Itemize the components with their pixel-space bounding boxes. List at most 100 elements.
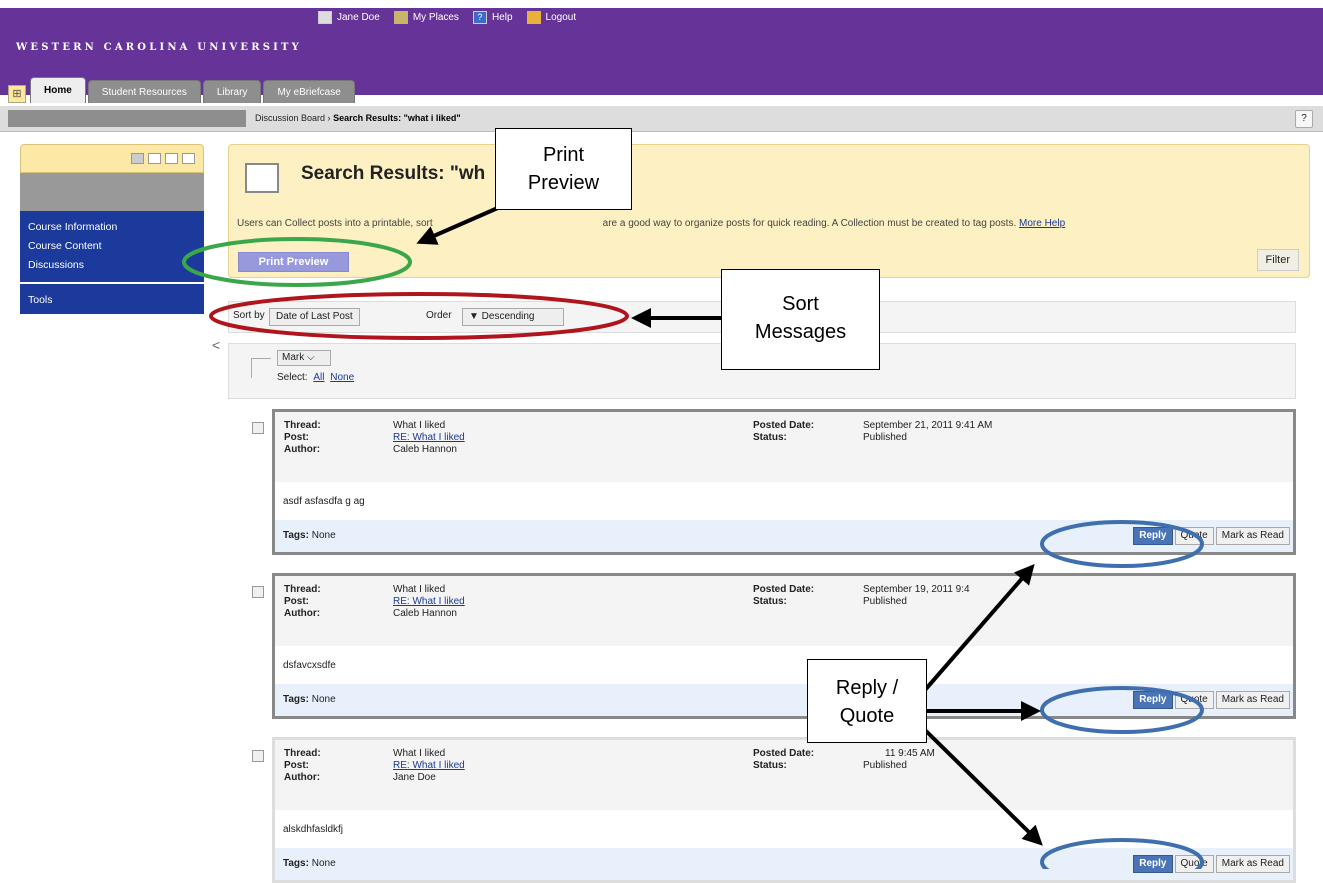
post-checkbox[interactable]	[252, 586, 264, 598]
post-actions: Reply Quote Mark as Read	[1133, 691, 1290, 709]
mark-as-read-button[interactable]: Mark as Read	[1215, 527, 1290, 545]
filter-button[interactable]: Filter	[1256, 249, 1299, 271]
tags-value: None	[311, 858, 336, 869]
thread-value: What I liked	[393, 748, 446, 759]
tags-label: Tags:	[283, 530, 309, 541]
reply-button[interactable]: Reply	[1133, 527, 1173, 545]
author-value: Jane Doe	[393, 772, 436, 783]
status-value: Published	[863, 432, 907, 443]
callout-text: Quote	[839, 705, 895, 727]
sidebar-item-tools[interactable]: Tools	[20, 284, 204, 314]
posted-date-label: Posted Date:	[753, 420, 815, 431]
mark-as-read-button[interactable]: Mark as Read	[1215, 855, 1290, 873]
post-meta: Thread: What I liked Post: RE: What I li…	[275, 576, 1293, 646]
post-link[interactable]: RE: What I liked	[393, 760, 465, 771]
post-body: dsfavcxsdfe	[283, 660, 336, 671]
order-select[interactable]: ▼ Descending	[462, 308, 564, 326]
tab-my-ebriefcase[interactable]: My eBriefcase	[263, 80, 355, 103]
callout-text: Messages	[754, 321, 847, 343]
breadcrumb-separator: ›	[327, 113, 331, 123]
tab-library[interactable]: Library	[202, 80, 262, 103]
callout-text: Reply /	[835, 677, 899, 699]
list-view-icon[interactable]	[131, 153, 144, 164]
author-value: Caleb Hannon	[393, 608, 457, 619]
description-text-1: Users can Collect posts into a printable…	[237, 218, 433, 229]
logout-label: Logout	[545, 11, 577, 23]
university-logo: WESTERN CAROLINA UNIVERSITY	[16, 42, 303, 53]
mark-as-read-button[interactable]: Mark as Read	[1215, 691, 1290, 709]
help-label: Help	[491, 11, 513, 23]
course-menu-header	[20, 144, 204, 173]
posted-date-value: September 21, 2011 9:41 AM	[863, 420, 993, 431]
select-links: Select: All None	[277, 372, 354, 383]
status-label: Status:	[753, 760, 787, 771]
tags-label: Tags:	[283, 858, 309, 869]
course-menu: Course Information Course Content Discus…	[20, 144, 204, 330]
logout-link[interactable]: Logout	[526, 10, 577, 24]
select-all-link[interactable]: All	[313, 372, 324, 383]
post-meta: Thread: What I liked Post: RE: What I li…	[275, 412, 1293, 482]
post-checkbox[interactable]	[252, 422, 264, 434]
reply-quote-callout: Reply / Quote	[807, 659, 927, 743]
post-body: asdf asfasdfa g ag	[283, 496, 365, 507]
posted-date-value: 11 9:45 AM	[885, 748, 935, 759]
user-icon	[318, 10, 332, 24]
user-name: Jane Doe	[337, 11, 380, 23]
author-value: Caleb Hannon	[393, 444, 457, 455]
breadcrumb-discussion-board[interactable]: Discussion Board	[255, 113, 325, 123]
my-places-link[interactable]: My Places	[393, 10, 459, 24]
post-checkbox[interactable]	[252, 750, 264, 762]
mark-button[interactable]: Mark ⌵	[277, 350, 331, 366]
post-box: Thread: What I liked Post: RE: What I li…	[272, 737, 1296, 883]
print-preview-button[interactable]: Print Preview	[238, 252, 349, 272]
reply-button[interactable]: Reply	[1133, 855, 1173, 873]
thread-label: Thread:	[284, 748, 321, 759]
post-link[interactable]: RE: What I liked	[393, 596, 465, 607]
my-places-label: My Places	[412, 11, 459, 23]
detach-menu-icon[interactable]	[182, 153, 195, 164]
folder-view-icon[interactable]	[148, 153, 161, 164]
select-label: Select:	[277, 372, 308, 383]
callout-text: Preview	[527, 172, 600, 194]
tab-home[interactable]: Home	[30, 77, 86, 103]
breadcrumb-bar: Discussion Board › Search Results: "what…	[0, 106, 1323, 132]
window-view-icon[interactable]	[165, 153, 178, 164]
page-description: Users can Collect posts into a printable…	[237, 218, 1065, 229]
logout-icon	[526, 10, 541, 24]
sidebar-item-discussions[interactable]: Discussions	[20, 257, 204, 276]
posted-date-label: Posted Date:	[753, 584, 815, 595]
post-link[interactable]: RE: What I liked	[393, 432, 465, 443]
select-arrow-icon	[251, 358, 271, 378]
description-text-2: are a good way to organize posts for qui…	[602, 218, 1017, 229]
callout-text: Print	[542, 144, 585, 166]
quote-button[interactable]: Quote	[1174, 527, 1214, 545]
thread-label: Thread:	[284, 420, 321, 431]
course-banner	[20, 173, 204, 211]
author-label: Author:	[284, 444, 321, 455]
post-label: Post:	[284, 760, 309, 771]
more-help-link[interactable]: More Help	[1019, 218, 1065, 229]
post-actions: Reply Quote Mark as Read	[1133, 855, 1290, 873]
sidebar-item-course-content[interactable]: Course Content	[20, 238, 204, 257]
page-help-button[interactable]: ?	[1295, 110, 1313, 128]
tags-value: None	[311, 694, 336, 705]
post-label: Post:	[284, 432, 309, 443]
quote-button[interactable]: Quote	[1174, 855, 1214, 873]
thread-value: What I liked	[393, 420, 446, 431]
sidebar-item-course-information[interactable]: Course Information	[20, 219, 204, 238]
people-icon	[393, 10, 408, 24]
menu-view-icons	[131, 153, 195, 164]
post-label: Post:	[284, 596, 309, 607]
user-link[interactable]: Jane Doe	[318, 10, 380, 24]
quote-button[interactable]: Quote	[1174, 691, 1214, 709]
sort-by-select[interactable]: Date of Last Post	[269, 308, 360, 326]
tab-menu-icon[interactable]: ⊞	[8, 85, 26, 103]
main-tabs: ⊞ Home Student Resources Library My eBri…	[8, 74, 355, 103]
select-none-link[interactable]: None	[330, 372, 354, 383]
tab-student-resources[interactable]: Student Resources	[87, 80, 201, 103]
course-nav: Course Information Course Content Discus…	[20, 211, 204, 282]
top-nav: Jane Doe My Places ? Help Logout	[318, 8, 576, 26]
help-link[interactable]: ? Help	[472, 10, 513, 24]
reply-button[interactable]: Reply	[1133, 691, 1173, 709]
sort-by-label: Sort by	[233, 310, 265, 321]
